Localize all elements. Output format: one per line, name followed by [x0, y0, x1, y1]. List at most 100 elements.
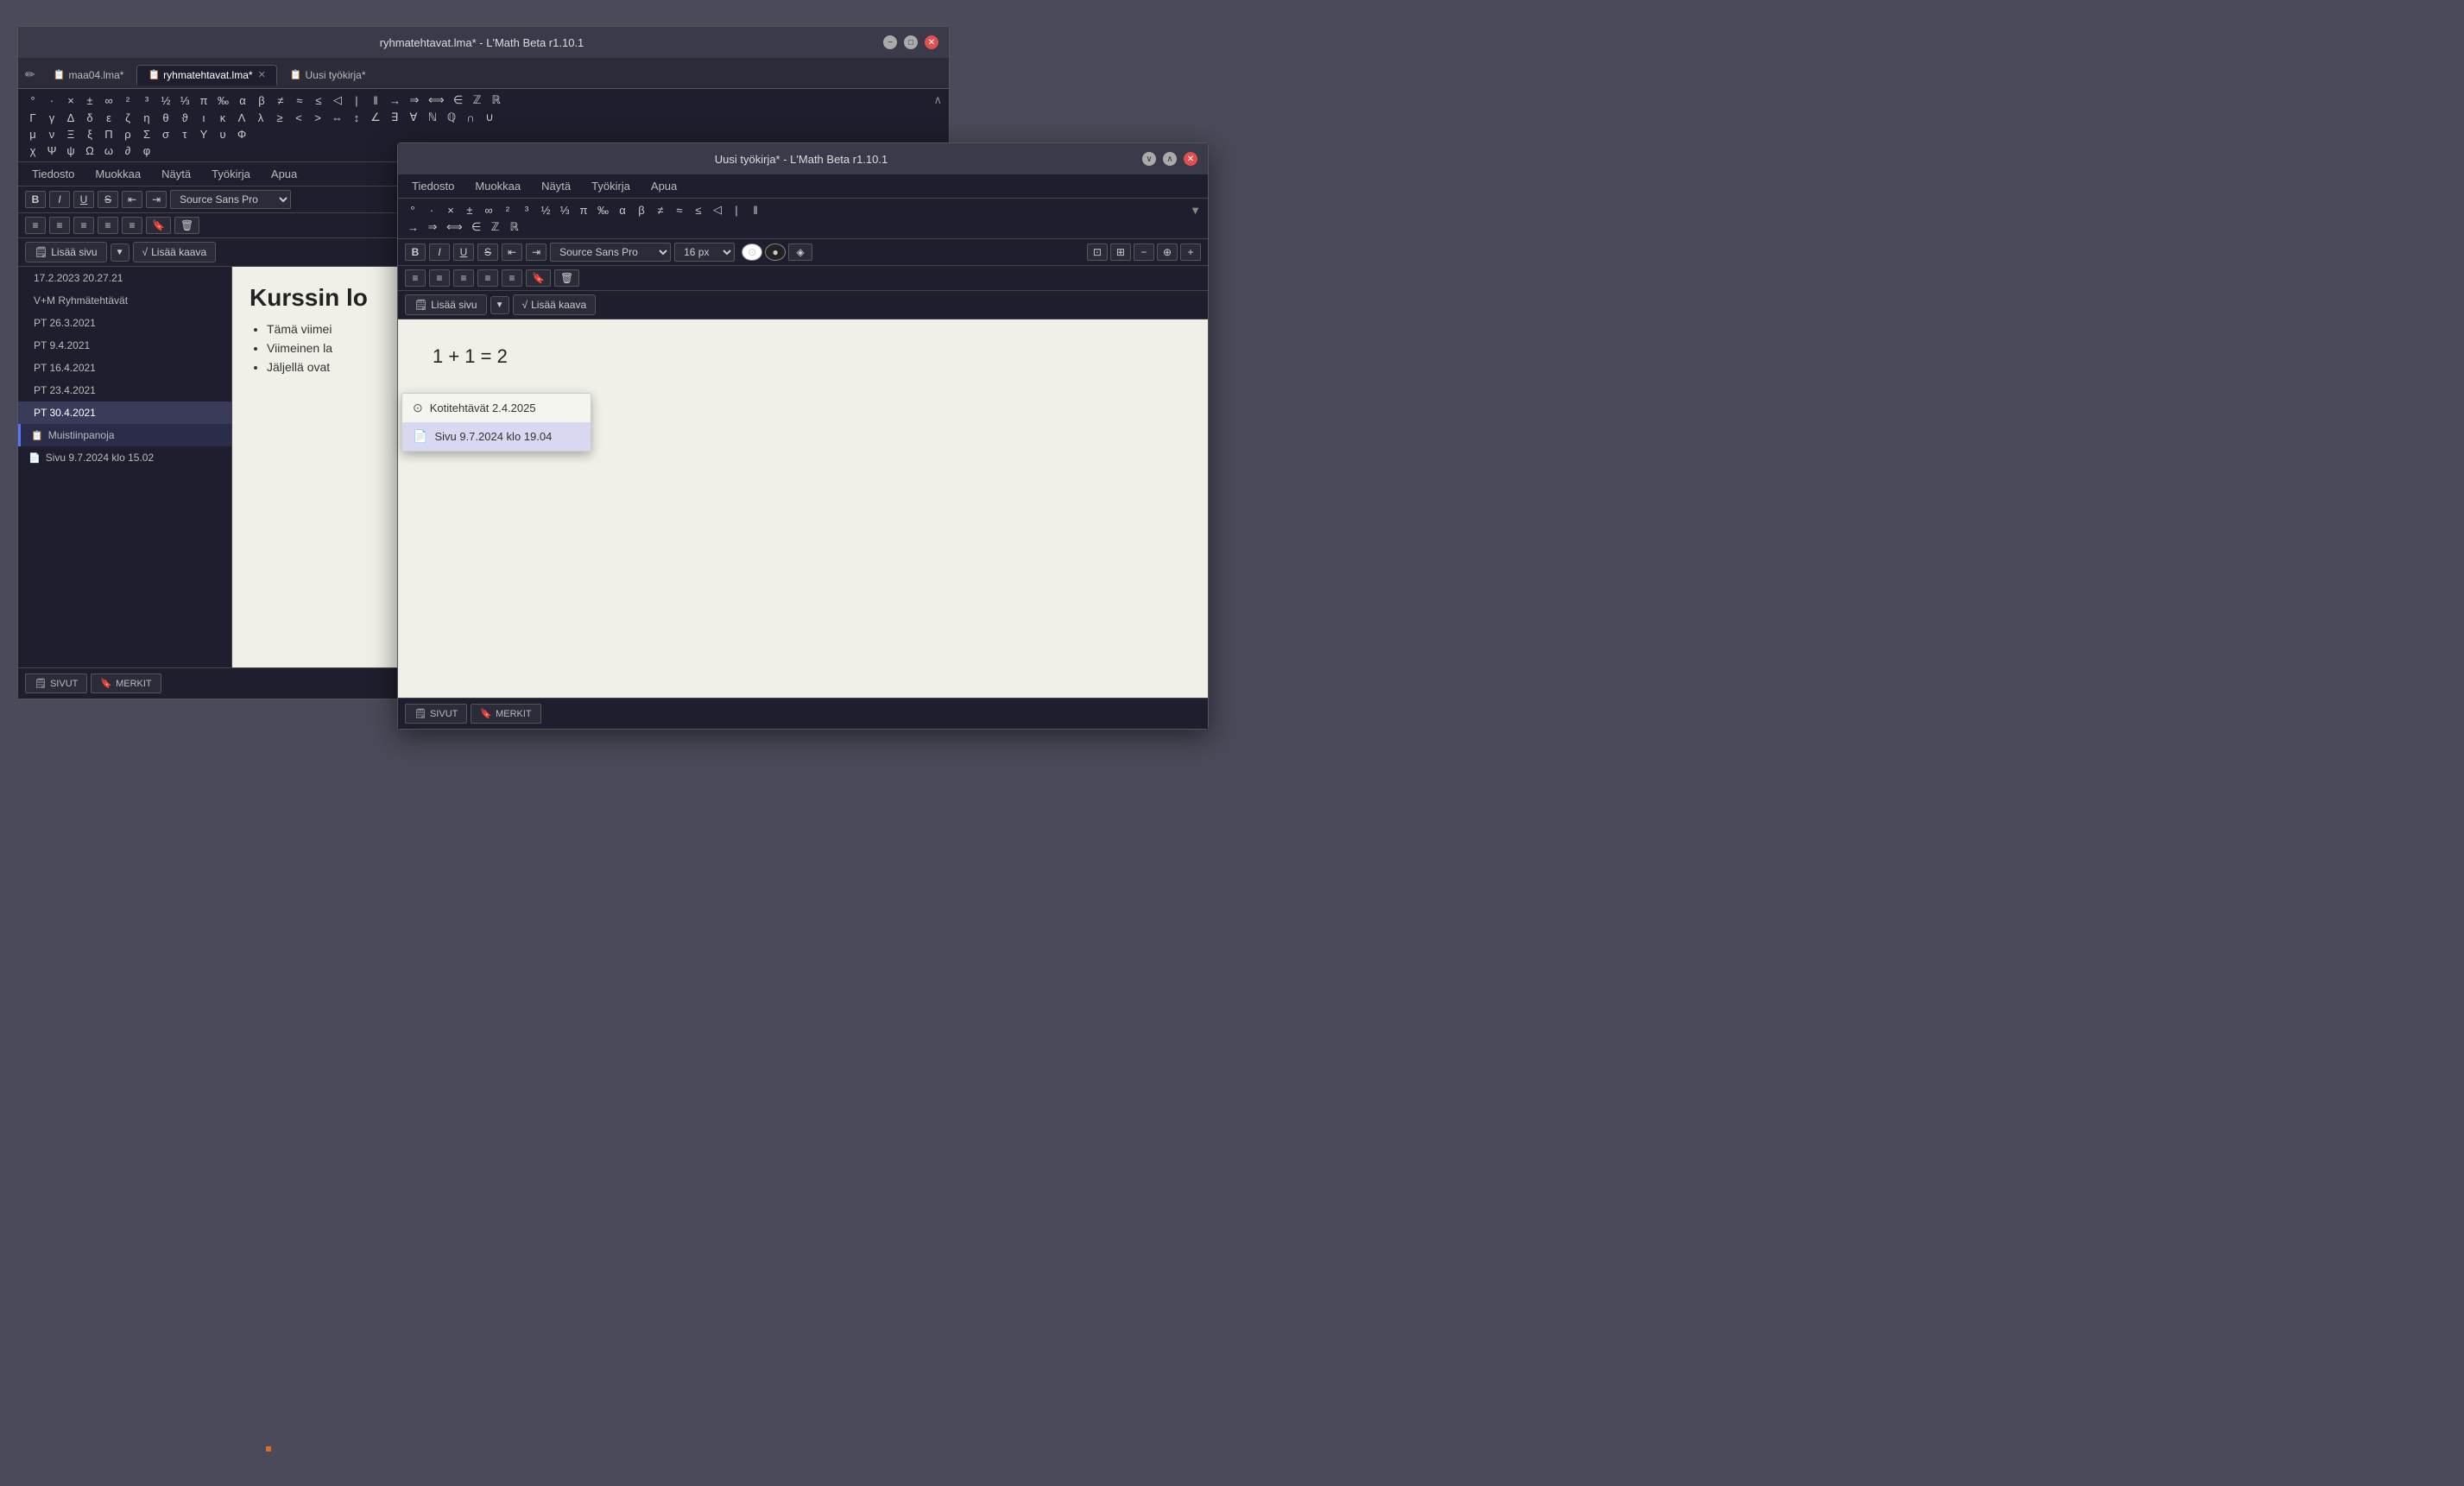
fg-sym-beta[interactable]: β [634, 203, 649, 218]
sym-Pi[interactable]: Π [101, 127, 117, 142]
fg-sym-times[interactable]: × [443, 203, 458, 218]
main-merkit-button[interactable]: 🔖 MERKIT [91, 673, 161, 693]
fg-view-page-button[interactable]: ⊡ [1087, 243, 1108, 261]
sym-kappa[interactable]: κ [215, 111, 231, 125]
sidebar-item-1[interactable]: V+M Ryhmätehtävät [18, 289, 231, 312]
fg-font-select[interactable]: Source Sans Pro [550, 243, 671, 262]
sym-collapse-btn[interactable]: ∧ [933, 93, 942, 107]
sidebar-item-2[interactable]: PT 26.3.2021 [18, 312, 231, 334]
fg-bold-button[interactable]: B [405, 243, 426, 261]
fg-sym-tri[interactable]: ◁ [710, 202, 725, 218]
fg-add-sivu-button[interactable]: 🗒 Lisää sivu [405, 294, 487, 315]
sym-Q[interactable]: ℚ [444, 110, 459, 125]
sym-infty[interactable]: ∞ [101, 93, 117, 108]
sym-approx[interactable]: ≈ [292, 93, 307, 108]
fg-zoom-out-button[interactable]: − [1134, 243, 1154, 261]
fg-menu-nayta[interactable]: Näytä [538, 178, 574, 194]
sym-Omega[interactable]: Ω [82, 143, 98, 158]
fg-sym-vbar[interactable]: | [729, 203, 744, 218]
main-align-right-button[interactable]: ≡ [73, 217, 94, 234]
fg-sym-sup2[interactable]: ² [500, 203, 515, 218]
sym-geq[interactable]: ≥ [272, 111, 287, 125]
sym-times[interactable]: × [63, 93, 79, 108]
sym-R[interactable]: ℝ [489, 92, 504, 108]
main-align-left-button[interactable]: ≡ [25, 217, 46, 234]
main-sivut-button[interactable]: 🗒 SIVUT [25, 673, 87, 693]
main-minimize-button[interactable]: − [883, 35, 897, 49]
sym-lt[interactable]: < [291, 111, 306, 125]
fg-sym-half[interactable]: ½ [538, 203, 553, 218]
sym-Gamma[interactable]: Γ [25, 111, 41, 125]
fg-sym-approx[interactable]: ≈ [672, 203, 687, 218]
sym-psi[interactable]: ψ [63, 143, 79, 158]
fg-sym-permil[interactable]: ‰ [595, 203, 611, 218]
main-font-select[interactable]: Source Sans Pro [170, 190, 291, 209]
fg-sym-Z[interactable]: ℤ [488, 219, 503, 235]
sym-arrow[interactable]: → [387, 93, 403, 108]
fg-sym-degree[interactable]: ° [405, 203, 420, 218]
sidebar-item-0[interactable]: 17.2.2023 20.27.21 [18, 267, 231, 289]
sym-cdot[interactable]: · [44, 93, 60, 108]
fg-color-circle-button[interactable]: ⊙ [742, 243, 762, 261]
sym-sigma[interactable]: σ [158, 127, 174, 142]
fg-close-button[interactable]: ✕ [1184, 152, 1197, 166]
main-indent-less-button[interactable]: ⇤ [122, 191, 142, 208]
sym-beta[interactable]: β [254, 93, 269, 108]
fg-sym-iff[interactable]: ⟺ [444, 219, 465, 235]
tab-uusi[interactable]: 📋 Uusi työkirja* [279, 65, 377, 85]
tab-ryhmatehtavat[interactable]: 📋 ryhmatehtavat.lma* ✕ [136, 65, 276, 85]
fg-sym-dbar[interactable]: ‖ [748, 203, 763, 218]
sym-eta[interactable]: η [139, 111, 155, 125]
sym-Xi[interactable]: Ξ [63, 127, 79, 142]
sym-triangleleft[interactable]: ◁ [330, 92, 345, 108]
fg-zoom-fit-button[interactable]: ⊕ [1157, 243, 1178, 261]
sym-plusminus[interactable]: ± [82, 93, 98, 108]
sym-degree[interactable]: ° [25, 93, 41, 108]
fg-sym-infty[interactable]: ∞ [481, 203, 496, 218]
sym-sup3[interactable]: ³ [139, 93, 155, 108]
fg-sym-sup3[interactable]: ³ [519, 203, 534, 218]
sym-sup2[interactable]: ² [120, 93, 136, 108]
main-list-bullet-button[interactable]: ≡ [98, 217, 118, 234]
sym-eps[interactable]: ε [101, 111, 117, 125]
fg-strike-button[interactable]: S [477, 243, 498, 261]
sym-in[interactable]: ∈ [451, 92, 466, 108]
sym-zeta[interactable]: ζ [120, 111, 136, 125]
main-list-number-button[interactable]: ≡ [122, 217, 142, 234]
main-maximize-button[interactable]: □ [904, 35, 918, 49]
sym-xi[interactable]: ξ [82, 127, 98, 142]
sym-upsilon[interactable]: υ [215, 127, 231, 142]
fg-sym-cdot[interactable]: · [424, 203, 439, 218]
fg-sym-pm[interactable]: ± [462, 203, 477, 218]
fg-zoom-in-button[interactable]: + [1180, 243, 1201, 261]
main-menu-apua[interactable]: Apua [268, 166, 300, 182]
fg-bookmark-button[interactable]: 🔖 [526, 269, 551, 287]
sym-darrow[interactable]: ⇒ [407, 92, 422, 108]
main-bold-button[interactable]: B [25, 191, 46, 208]
sym-lambda[interactable]: λ [253, 111, 269, 125]
fg-sym-darr[interactable]: ⇒ [425, 219, 440, 235]
fg-underline-button[interactable]: U [453, 243, 474, 261]
fg-sym-arr[interactable]: → [405, 220, 421, 235]
sym-phi[interactable]: φ [139, 143, 155, 158]
main-menu-nayta[interactable]: Näytä [158, 166, 194, 182]
main-bookmark-button[interactable]: 🔖 [146, 217, 171, 234]
fg-menu-muokkaa[interactable]: Muokkaa [471, 178, 524, 194]
main-add-sivu-button[interactable]: 🗒 Lisää sivu [25, 242, 107, 262]
tab-ryhmatehtavat-close[interactable]: ✕ [258, 69, 266, 80]
sym-Lambda[interactable]: Λ [234, 111, 250, 125]
sym-exists[interactable]: ∃ [387, 110, 402, 125]
main-add-sivu-arrow[interactable]: ▼ [111, 243, 130, 262]
main-close-button[interactable]: ✕ [925, 35, 938, 49]
fg-sym-leq[interactable]: ≤ [691, 203, 706, 218]
sidebar-item-3[interactable]: PT 9.4.2021 [18, 334, 231, 357]
fg-align-center-button[interactable]: ≡ [429, 269, 450, 287]
sym-cup[interactable]: ∪ [482, 110, 497, 125]
sym-forall[interactable]: ∀ [406, 110, 421, 125]
fg-sivut-button[interactable]: 🗒 SIVUT [405, 704, 467, 724]
fg-highlight-button[interactable]: ◈ [788, 243, 812, 261]
fg-indent-more-button[interactable]: ⇥ [526, 243, 547, 261]
fg-menu-tiedosto[interactable]: Tiedosto [408, 178, 458, 194]
sym-iff[interactable]: ⟺ [426, 92, 447, 108]
sym-permil[interactable]: ‰ [215, 93, 231, 108]
